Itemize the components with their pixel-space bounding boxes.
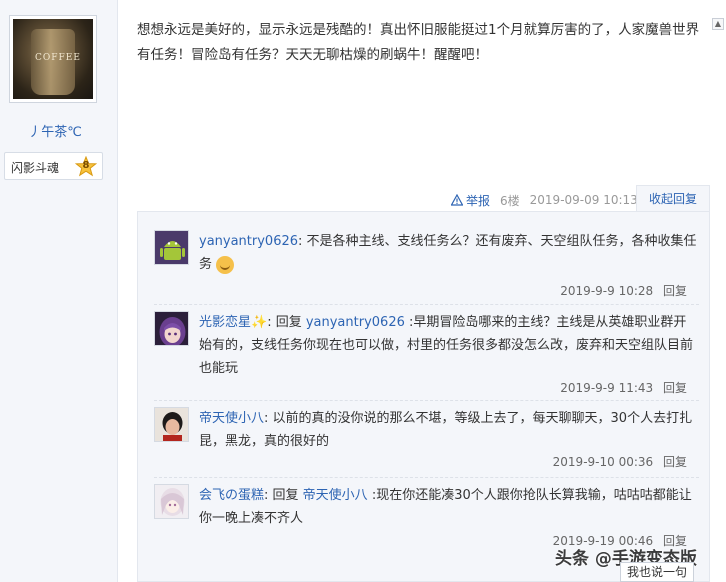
badge-level: 8 bbox=[82, 160, 90, 171]
reply-target-user[interactable]: 帝天使小八 bbox=[303, 488, 368, 503]
reply-target-user[interactable]: yanyantry0626 bbox=[306, 315, 405, 330]
anime-girl-avatar[interactable] bbox=[154, 484, 189, 519]
reply-content: 光影恋星✨: 回复 yanyantry0626 :早期冒险岛哪来的主线？主线是从… bbox=[199, 311, 699, 380]
reply-button[interactable]: 回复 bbox=[663, 381, 687, 395]
reply-content: 帝天使小八: 以前的真的没你说的那么不堪，等级上去了，每天聊聊天，30个人去打扎… bbox=[199, 407, 699, 453]
avatar-image: COFFEE bbox=[13, 19, 93, 99]
reply-button[interactable]: 回复 bbox=[663, 284, 687, 298]
android-avatar[interactable] bbox=[154, 230, 189, 265]
reply-divider bbox=[154, 477, 699, 478]
reply-box: yanyantry0626: 不是各种主线、支线任务么？还有废弃、天空组队任务，… bbox=[137, 211, 710, 582]
reply-username[interactable]: 帝天使小八 bbox=[199, 411, 264, 426]
report-link[interactable]: 举报 bbox=[451, 192, 490, 209]
reply-prefix: 回复 bbox=[268, 488, 303, 503]
scroll-up-arrow-icon[interactable]: ▲ bbox=[712, 18, 724, 30]
floor-number: 6楼 bbox=[500, 193, 520, 208]
reply-content: yanyantry0626: 不是各种主线、支线任务么？还有废弃、天空组队任务，… bbox=[199, 230, 699, 276]
author-badge[interactable]: 闪影斗魂 8 bbox=[4, 152, 103, 180]
anime-purple-avatar[interactable] bbox=[154, 311, 189, 346]
reply-content: 会飞の蛋糕: 回复 帝天使小八 :现在你还能凑30个人跟你抢队长算我输，咕咕咕都… bbox=[199, 484, 699, 530]
smile-emoji-icon bbox=[216, 255, 235, 274]
post-time: 2019-09-09 10:13 bbox=[529, 193, 638, 207]
reply-username[interactable]: 光影恋星✨ bbox=[199, 315, 267, 330]
reply-divider bbox=[154, 304, 699, 305]
reply-button[interactable]: 回复 bbox=[663, 455, 687, 469]
reply-time: 2019-9-9 10:28 bbox=[560, 284, 654, 298]
report-label: 举报 bbox=[466, 193, 491, 208]
person-avatar[interactable] bbox=[154, 407, 189, 442]
say-something-button[interactable]: 我也说一句 bbox=[620, 562, 694, 582]
reply-time: 2019-9-10 00:36 bbox=[552, 455, 654, 469]
level-star-icon: 8 bbox=[74, 155, 98, 178]
reply-text: 以前的真的没你说的那么不堪，等级上去了，每天聊聊天，30个人去打扎昆，黑龙，真的… bbox=[199, 411, 693, 449]
author-username[interactable]: 丿午茶℃ bbox=[0, 121, 110, 140]
reply-username[interactable]: 会飞の蛋糕 bbox=[199, 488, 264, 503]
post-content: 想想永远是美好的，显示永远是残酷的！真出怀旧服能挺过1个月就算厉害的了，人家魔兽… bbox=[137, 22, 700, 63]
reply-meta: 2019-9-9 10:28 回复 bbox=[560, 282, 687, 299]
author-sidebar: COFFEE 丿午茶℃ 闪影斗魂 8 bbox=[0, 0, 118, 582]
reply-divider bbox=[154, 400, 699, 401]
reply-meta: 2019-9-9 11:43 回复 bbox=[560, 379, 687, 396]
author-avatar[interactable]: COFFEE bbox=[9, 15, 97, 103]
reply-prefix: 回复 bbox=[271, 315, 306, 330]
post-meta: 举报 6楼 2019-09-09 10:13 bbox=[451, 190, 638, 210]
reply-meta: 2019-9-10 00:36 回复 bbox=[553, 453, 687, 470]
reply-time: 2019-9-9 11:43 bbox=[560, 381, 654, 395]
avatar-cup-text: COFFEE bbox=[35, 53, 81, 63]
collapse-replies-button[interactable]: 收起回复 bbox=[636, 185, 710, 212]
badge-label: 闪影斗魂 bbox=[11, 161, 60, 175]
reply-username[interactable]: yanyantry0626 bbox=[199, 234, 298, 249]
warning-icon bbox=[451, 194, 463, 206]
